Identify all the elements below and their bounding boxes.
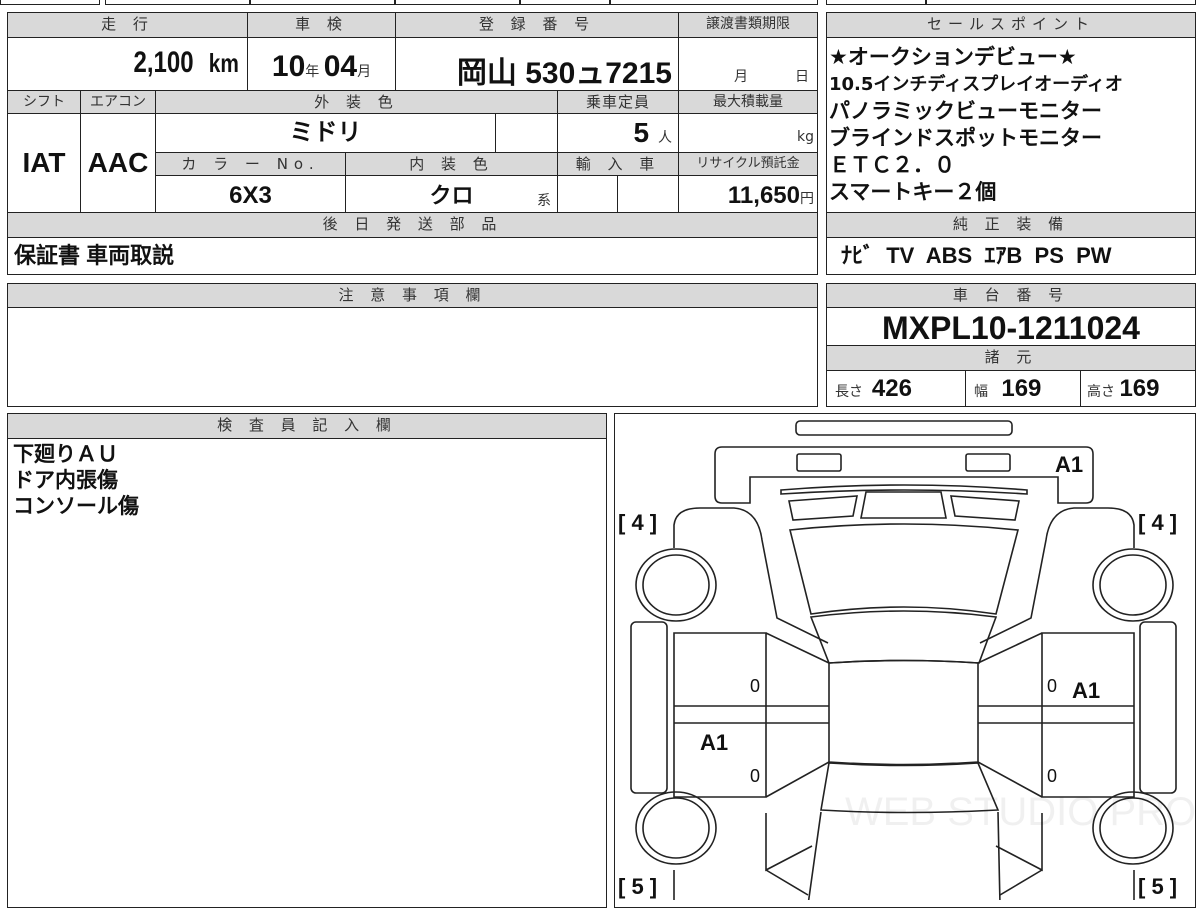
- front-panel: [714, 446, 1094, 504]
- front-window-right: [950, 495, 1020, 521]
- tire-front-right: [ 4 ]: [1138, 510, 1178, 535]
- door-zero: 0: [1047, 676, 1058, 696]
- tire-front-left: [ 4 ]: [618, 510, 658, 535]
- body-left-rear: [673, 813, 813, 900]
- damage-mark-front: A1: [1055, 452, 1084, 477]
- cabin: [828, 659, 979, 766]
- wheel-front-left: [635, 548, 717, 622]
- headlight-right: [965, 453, 1011, 472]
- headlight-left: [796, 453, 842, 472]
- tire-rear-left: [ 5 ]: [618, 874, 658, 899]
- windshield: [789, 523, 1020, 615]
- side-sill-right: [1139, 621, 1177, 794]
- wheel-front-right: [1092, 548, 1174, 622]
- watermark: WEB STUDIO PRO: [845, 790, 1196, 834]
- door-zero: 0: [1047, 766, 1058, 786]
- door-zero: 0: [750, 766, 761, 786]
- roof-front: [809, 610, 998, 664]
- front-center-piece: [860, 491, 947, 519]
- wheel-rear-left: [635, 791, 717, 865]
- damage-mark-right-door: A1: [1072, 678, 1101, 703]
- side-sill-left: [630, 621, 668, 794]
- damage-mark-left-door: A1: [700, 730, 729, 755]
- front-bumper: [795, 420, 1013, 436]
- door-zero: 0: [750, 676, 761, 696]
- front-window-left: [788, 495, 858, 521]
- tire-rear-right: [ 5 ]: [1138, 874, 1178, 899]
- car-diagram: WEB STUDIO PRO: [630, 420, 1196, 900]
